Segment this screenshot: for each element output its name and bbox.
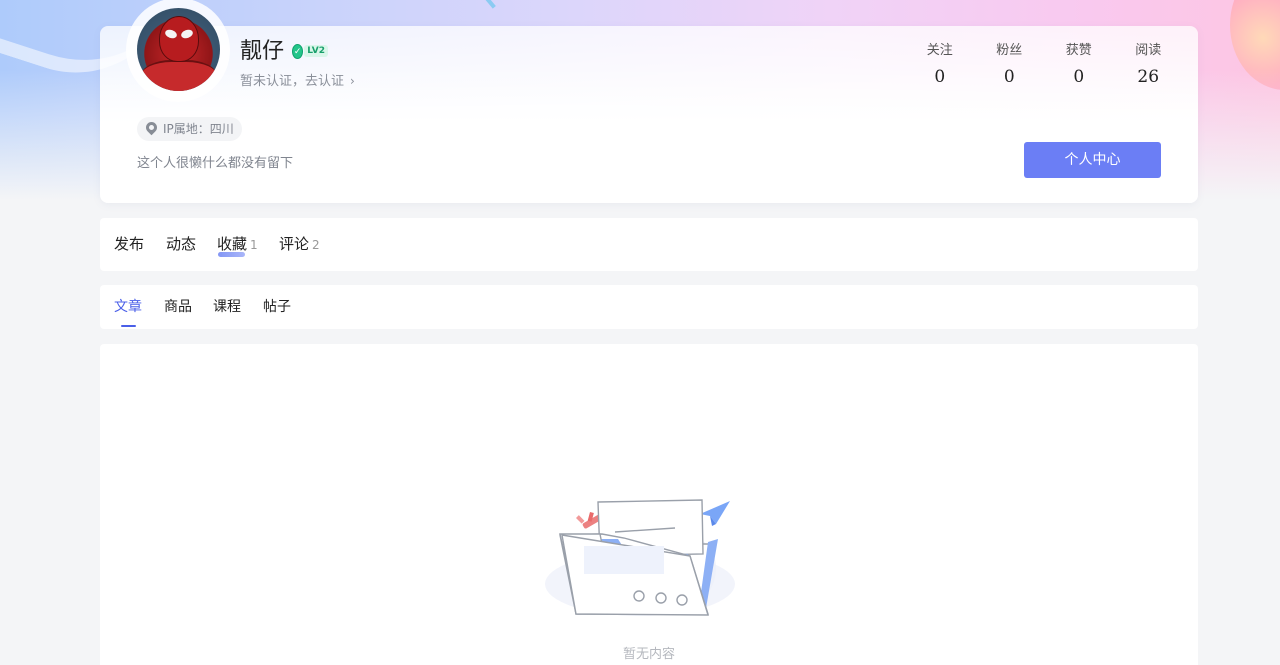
shield-check-icon: ✓ xyxy=(292,43,304,59)
verify-link[interactable]: 暂未认证，去认证 › xyxy=(240,72,355,91)
sub-tab-bar: 文章 商品 课程 帖子 xyxy=(100,285,1198,329)
stat-label: 阅读 xyxy=(1135,43,1162,58)
stat-value: 26 xyxy=(1137,67,1160,87)
main-tab-bar: 发布 动态 收藏 1 评论 2 xyxy=(100,218,1198,271)
stat-likes[interactable]: 获赞 0 xyxy=(1044,42,1114,89)
stat-value: 0 xyxy=(1073,67,1085,87)
tab-count: 1 xyxy=(250,238,258,252)
stat-following[interactable]: 关注 0 xyxy=(905,42,975,89)
stat-value: 0 xyxy=(1003,67,1015,87)
personal-center-button[interactable]: 个人中心 xyxy=(1024,142,1161,178)
tab-activity[interactable]: 动态 xyxy=(166,234,196,255)
level-label: LV2 xyxy=(304,45,328,57)
tab-publish[interactable]: 发布 xyxy=(114,234,144,255)
tab-label: 发布 xyxy=(114,235,145,253)
avatar-mask xyxy=(159,16,199,62)
stat-followers[interactable]: 粉丝 0 xyxy=(975,42,1045,89)
chevron-right-icon: › xyxy=(350,74,355,88)
level-badge[interactable]: ✓ LV2 xyxy=(292,43,328,59)
empty-state-text: 暂无内容 xyxy=(622,647,675,662)
stats-row: 关注 0 粉丝 0 获赞 0 阅读 26 xyxy=(905,42,1183,89)
ip-location-text: IP属地：四川 xyxy=(163,122,234,136)
tab-label: 评论 xyxy=(279,235,310,253)
user-name: 靓仔 xyxy=(240,39,285,64)
stat-reads[interactable]: 阅读 26 xyxy=(1114,42,1184,89)
stat-label: 获赞 xyxy=(1065,43,1092,58)
tab-favorites[interactable]: 收藏 1 xyxy=(217,234,258,257)
subtab-articles[interactable]: 文章 xyxy=(114,298,142,327)
banner-orb xyxy=(1230,0,1280,90)
tab-label: 动态 xyxy=(166,235,197,253)
tab-comments[interactable]: 评论 2 xyxy=(279,234,320,256)
location-pin-icon xyxy=(143,119,160,136)
ip-location-tag: IP属地：四川 xyxy=(137,117,242,141)
subtab-posts[interactable]: 帖子 xyxy=(263,298,291,317)
verify-text: 暂未认证，去认证 xyxy=(240,74,345,89)
tab-label: 收藏 xyxy=(217,235,248,253)
empty-folder-icon xyxy=(545,499,735,616)
subtab-products[interactable]: 商品 xyxy=(164,298,192,317)
stat-value: 0 xyxy=(934,67,946,87)
avatar-body xyxy=(141,60,217,91)
content-panel: 暂无内容 xyxy=(100,344,1198,665)
subtab-courses[interactable]: 课程 xyxy=(213,298,241,317)
tab-count: 2 xyxy=(312,238,320,252)
stat-label: 关注 xyxy=(926,43,953,58)
stat-label: 粉丝 xyxy=(996,43,1023,58)
avatar[interactable] xyxy=(137,8,220,91)
user-bio: 这个人很懒什么都没有留下 xyxy=(137,156,294,171)
